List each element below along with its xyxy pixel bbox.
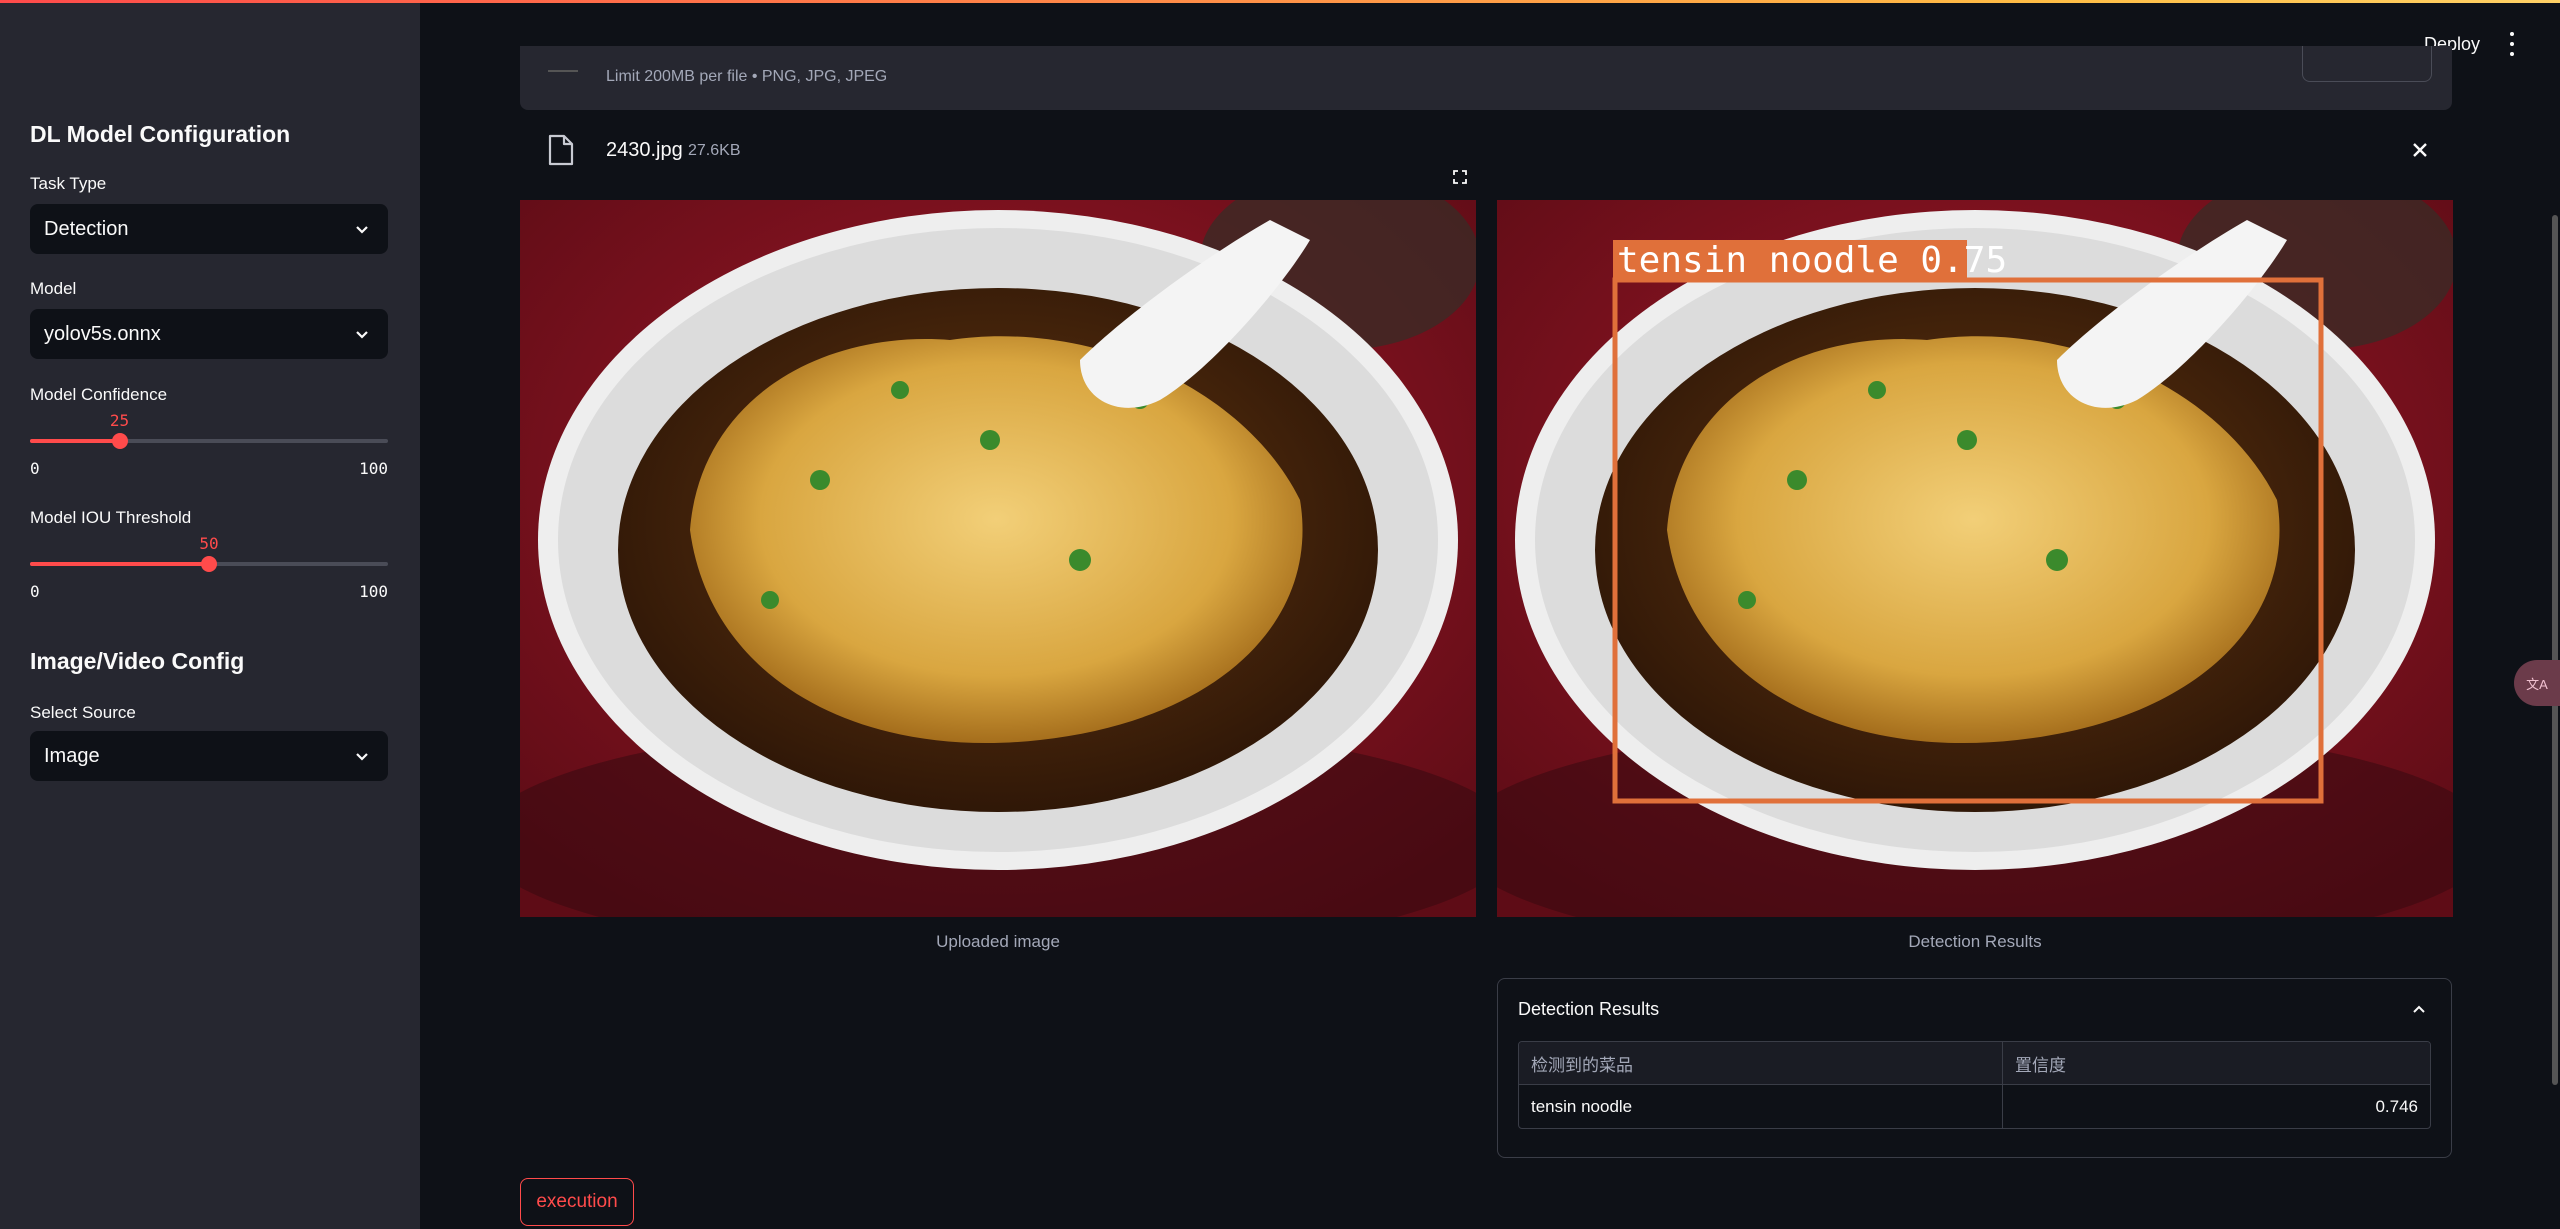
- execution-button[interactable]: execution: [520, 1178, 634, 1226]
- source-value: Image: [44, 744, 100, 767]
- chevron-down-icon: [356, 753, 368, 761]
- confidence-label: Model Confidence: [30, 385, 168, 404]
- browse-files-button[interactable]: [2302, 46, 2432, 82]
- close-icon[interactable]: [2408, 138, 2432, 162]
- expand-icon[interactable]: [1451, 168, 1469, 186]
- iou-range: 0 100: [30, 582, 388, 601]
- detection-result-image: tensin noodle 0.75: [1497, 200, 2453, 917]
- kebab-menu-icon[interactable]: [2505, 32, 2519, 56]
- noodle-bowl-image: [520, 200, 1476, 917]
- file-name: 2430.jpg: [606, 139, 683, 161]
- task-type-value: Detection: [44, 217, 129, 240]
- noodle-bowl-detected-image: tensin noodle 0.75: [1497, 200, 2453, 917]
- column-header-dish: 检测到的菜品: [1519, 1042, 2003, 1084]
- slider-fill: [30, 562, 209, 566]
- iou-label: Model IOU Threshold: [30, 508, 192, 527]
- results-table: 检测到的菜品 置信度 tensin noodle 0.746: [1518, 1041, 2431, 1129]
- source-select[interactable]: Image: [30, 731, 388, 781]
- file-size: 27.6KB: [688, 142, 741, 159]
- model-config-heading: DL Model Configuration: [30, 121, 291, 147]
- model-value: yolov5s.onnx: [44, 322, 161, 345]
- confidence-range: 0 100: [30, 459, 388, 478]
- iou-slider[interactable]: 50: [30, 534, 388, 572]
- upload-hint: Limit 200MB per file • PNG, JPG, JPEG: [606, 68, 888, 85]
- iou-value: 50: [199, 534, 219, 553]
- uploaded-image-caption: Uploaded image: [936, 932, 1060, 951]
- table-cell-confidence: 0.746: [2375, 1096, 2418, 1116]
- iou-min: 0: [30, 582, 40, 601]
- chevron-up-icon[interactable]: [2411, 1001, 2427, 1017]
- chevron-down-icon: [356, 331, 368, 339]
- slider-thumb[interactable]: [111, 433, 128, 449]
- table-cell-dish: tensin noodle: [1519, 1085, 2003, 1128]
- sidebar: DL Model Configuration Task Type Detecti…: [0, 3, 420, 1229]
- task-type-select[interactable]: Detection: [30, 204, 388, 254]
- model-select[interactable]: yolov5s.onnx: [30, 309, 388, 359]
- uploaded-file-row: 2430.jpg 27.6KB: [520, 120, 2452, 180]
- upload-icon: [548, 70, 578, 72]
- model-label: Model: [30, 279, 77, 298]
- table-header-row: 检测到的菜品 置信度: [1519, 1042, 2430, 1085]
- uploaded-image: [520, 200, 1476, 917]
- detection-label: tensin noodle 0.75: [1617, 240, 2007, 281]
- detection-results-expander[interactable]: Detection Results 检测到的菜品 置信度 tensin nood…: [1497, 978, 2452, 1158]
- expander-title: Detection Results: [1518, 999, 1660, 1019]
- slider-thumb[interactable]: [201, 556, 217, 572]
- file-uploader[interactable]: Limit 200MB per file • PNG, JPG, JPEG: [520, 46, 2452, 110]
- chevron-down-icon: [356, 226, 368, 234]
- confidence-min: 0: [30, 459, 40, 478]
- table-row: tensin noodle 0.746: [1519, 1085, 2430, 1128]
- detection-image-caption: Detection Results: [1908, 932, 2042, 951]
- iou-max: 100: [359, 582, 388, 601]
- task-type-label: Task Type: [30, 174, 107, 193]
- confidence-value: 25: [109, 411, 130, 430]
- confidence-max: 100: [359, 459, 388, 478]
- source-label: Select Source: [30, 703, 136, 722]
- confidence-slider[interactable]: 25: [30, 411, 388, 449]
- slider-fill: [30, 439, 120, 443]
- translate-badge[interactable]: 文A: [2514, 660, 2560, 706]
- source-config-heading: Image/Video Config: [30, 648, 245, 674]
- main-scrollbar[interactable]: [2552, 215, 2558, 1085]
- column-header-confidence: 置信度: [2003, 1042, 2430, 1084]
- file-icon: [548, 134, 574, 166]
